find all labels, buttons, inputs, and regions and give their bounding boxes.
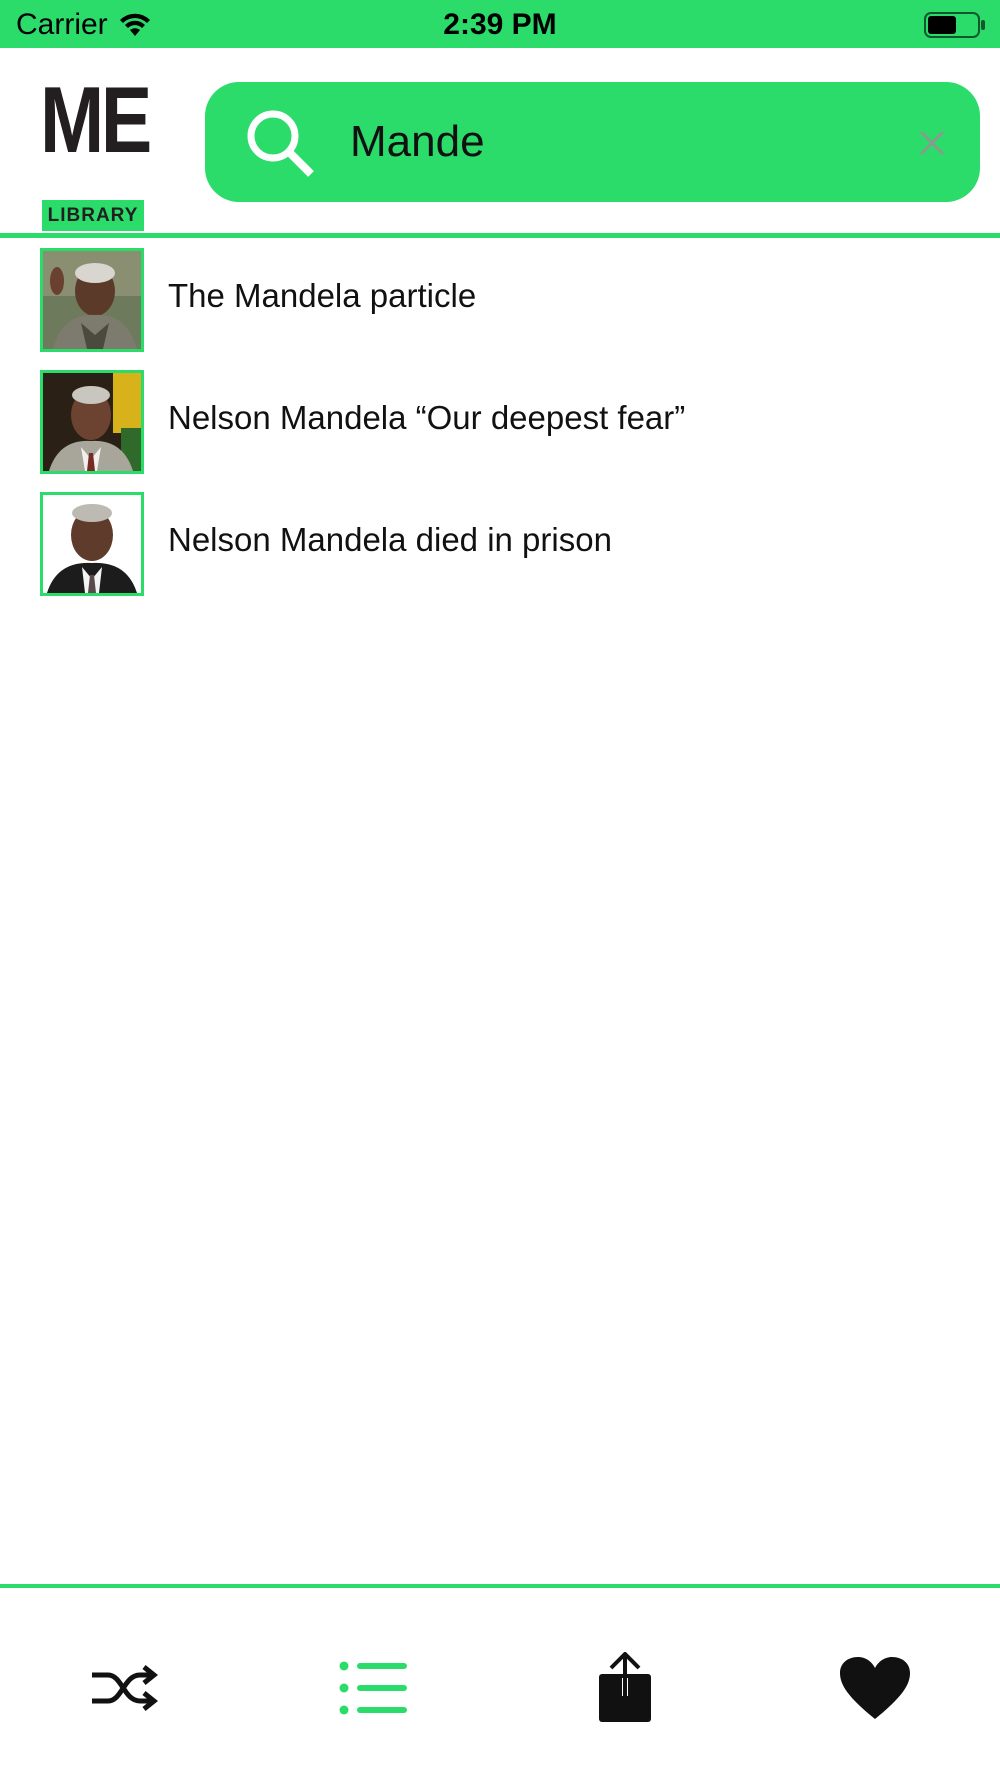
header: ME LIBRARY [0,48,1000,234]
app-logo: ME LIBRARY [40,67,152,231]
search-input[interactable] [350,106,910,178]
heart-icon [840,1657,910,1719]
result-title: Nelson Mandela “Our deepest fear” [168,399,686,436]
search-icon [247,110,314,177]
portrait-image [43,373,141,471]
result-thumbnail [40,492,144,596]
tab-share[interactable] [580,1643,670,1733]
list-item[interactable]: Nelson Mandela died in prison [0,482,1000,604]
logo-me-text: ME [40,67,152,172]
tab-favorites[interactable] [830,1643,920,1733]
list-icon [339,1661,407,1715]
logo-library-text: LIBRARY [42,200,144,231]
result-title: Nelson Mandela died in prison [168,521,612,558]
tab-shuffle[interactable] [79,1643,169,1733]
tab-bar [0,1588,1000,1778]
result-title: The Mandela particle [168,277,477,314]
clock: 2:39 PM [443,8,557,41]
result-thumbnail [40,248,144,352]
result-thumbnail [40,370,144,474]
tab-list[interactable] [329,1643,419,1733]
list-item[interactable]: The Mandela particle [0,238,1000,360]
search-bar[interactable] [205,82,980,202]
status-bar: Carrier 2:39 PM [0,0,1000,48]
share-icon [599,1652,651,1722]
battery-icon [924,12,985,38]
portrait-image [43,251,141,349]
shuffle-icon [92,1665,159,1711]
list-item[interactable]: Nelson Mandela “Our deepest fear” [0,360,1000,482]
clear-search-icon[interactable] [917,128,947,158]
portrait-image [43,495,141,593]
app-screen: Carrier 2:39 PM ME LIBRARY Mande The Man… [0,0,1000,1778]
